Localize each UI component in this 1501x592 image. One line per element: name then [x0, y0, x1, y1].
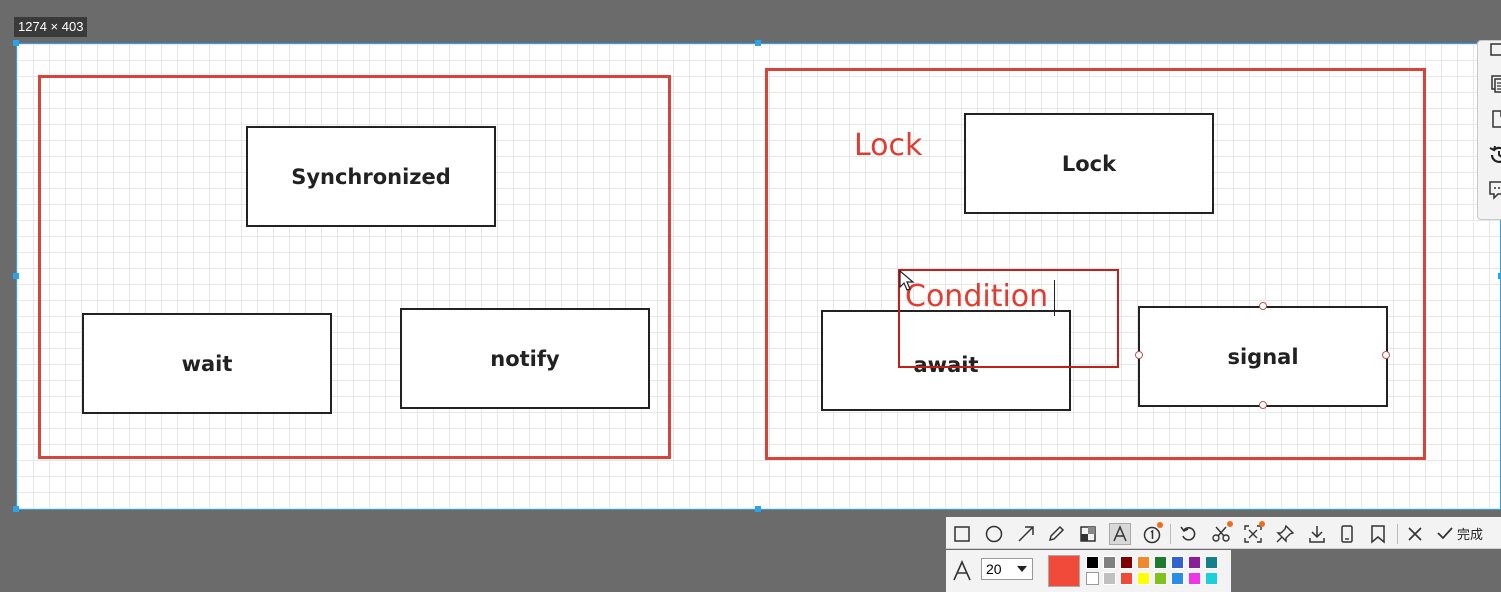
- number-icon[interactable]: [1141, 522, 1163, 545]
- color-swatch[interactable]: [1154, 572, 1167, 585]
- synchronized-box: Synchronized: [246, 126, 496, 227]
- text-style-bar: 20: [946, 550, 1231, 592]
- color-swatch[interactable]: [1188, 572, 1201, 585]
- done-button[interactable]: 完成: [1436, 522, 1483, 544]
- color-swatch[interactable]: [1103, 556, 1116, 569]
- lock-label: Lock: [1061, 151, 1117, 176]
- font-icon: [953, 560, 971, 581]
- number-badge-dot: [1157, 522, 1163, 528]
- toolbar-separator-1: [1170, 524, 1171, 544]
- resize-handle-left-middle[interactable]: [13, 273, 19, 279]
- signal-handle-left[interactable]: [1135, 351, 1143, 359]
- cut-icon[interactable]: [1210, 521, 1233, 545]
- signal-handle-bottom[interactable]: [1259, 401, 1267, 409]
- bookmark-icon[interactable]: [1367, 523, 1389, 545]
- font-size-select[interactable]: 20: [981, 558, 1033, 580]
- mouse-cursor-icon: [899, 270, 915, 291]
- ocr-icon[interactable]: [1242, 521, 1265, 545]
- cut-badge-dot: [1227, 521, 1233, 527]
- color-swatch[interactable]: [1137, 572, 1150, 585]
- comment-icon[interactable]: [1488, 179, 1501, 201]
- lock-box: Lock: [964, 113, 1214, 214]
- capture-region[interactable]: Synchronized wait notify Lock Lock await…: [13, 40, 1501, 512]
- resize-handle-bottom-middle[interactable]: [755, 506, 761, 512]
- phone-icon[interactable]: [1336, 523, 1358, 545]
- color-swatch[interactable]: [1171, 572, 1184, 585]
- pencil-icon[interactable]: [1045, 523, 1067, 545]
- toolbar-separator-2: [1397, 524, 1398, 544]
- text-icon[interactable]: [1109, 523, 1131, 545]
- text-caret: [1054, 280, 1055, 316]
- color-swatch[interactable]: [1137, 556, 1150, 569]
- condition-annotation-text[interactable]: Condition: [905, 279, 1048, 314]
- synchronized-label: Synchronized: [291, 164, 451, 189]
- signal-box[interactable]: signal: [1138, 306, 1388, 407]
- color-swatch[interactable]: [1188, 556, 1201, 569]
- wait-box: wait: [82, 313, 332, 414]
- crop-icon[interactable]: [1488, 39, 1501, 61]
- color-swatch[interactable]: [1154, 556, 1167, 569]
- done-label: 完成: [1457, 527, 1484, 543]
- undo-icon[interactable]: [1178, 523, 1200, 545]
- notify-box: notify: [400, 308, 650, 409]
- color-swatch[interactable]: [1205, 572, 1218, 585]
- color-swatch[interactable]: [1103, 572, 1116, 585]
- notify-label: notify: [490, 346, 560, 371]
- resize-handle-top-left[interactable]: [13, 40, 19, 46]
- download-icon[interactable]: [1306, 523, 1328, 545]
- ellipse-icon[interactable]: [983, 523, 1005, 545]
- file-icon[interactable]: [1488, 108, 1501, 130]
- color-swatch[interactable]: [1120, 556, 1133, 569]
- history-icon[interactable]: [1488, 144, 1501, 166]
- check-icon: [1437, 527, 1453, 540]
- wait-label: wait: [181, 351, 233, 376]
- resize-handle-top-middle[interactable]: [755, 40, 761, 46]
- color-swatch[interactable]: [1086, 556, 1099, 569]
- current-color-swatch[interactable]: [1048, 555, 1080, 587]
- close-icon[interactable]: [1404, 523, 1426, 545]
- color-swatch[interactable]: [1120, 572, 1133, 585]
- color-swatch[interactable]: [1171, 556, 1184, 569]
- signal-label: signal: [1227, 344, 1299, 369]
- mosaic-icon[interactable]: [1077, 523, 1099, 545]
- font-size-value: 20: [986, 561, 1002, 577]
- signal-handle-right[interactable]: [1382, 351, 1390, 359]
- side-toolbar: [1477, 40, 1501, 220]
- pin-icon[interactable]: [1274, 523, 1296, 545]
- capture-size-label: 1274 × 403: [14, 17, 88, 37]
- signal-handle-top[interactable]: [1259, 302, 1267, 310]
- annotation-toolbar: 完成: [946, 517, 1501, 549]
- lock-annotation-text[interactable]: Lock: [854, 128, 922, 163]
- copy-icon[interactable]: [1488, 73, 1501, 95]
- color-swatch[interactable]: [1086, 572, 1099, 585]
- chevron-down-icon: [1017, 566, 1027, 572]
- arrow-icon[interactable]: [1015, 523, 1037, 545]
- color-palette: [1086, 556, 1226, 588]
- color-swatch[interactable]: [1205, 556, 1218, 569]
- ocr-badge-dot: [1259, 521, 1265, 527]
- resize-handle-bottom-left[interactable]: [13, 506, 19, 512]
- rectangle-icon[interactable]: [951, 523, 973, 545]
